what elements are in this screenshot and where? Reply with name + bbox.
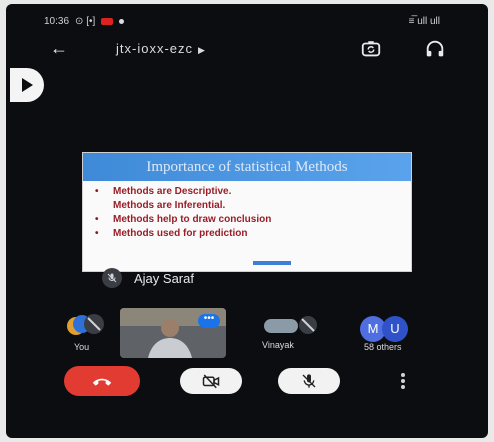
- presenter-label: Ajay Saraf: [102, 268, 194, 288]
- switch-camera-icon[interactable]: [360, 38, 382, 60]
- top-bar: ← jtx-ioxx-ezc ▶: [6, 38, 488, 62]
- status-indicators-left: ⊙ [•]: [75, 16, 96, 27]
- chevron-right-icon: ▶: [198, 45, 206, 55]
- vinayak-avatar-icon: [264, 316, 317, 334]
- participant-strip: You ••• Vinayak M U 58 others: [6, 308, 488, 358]
- slide-title: Importance of statistical Methods: [83, 153, 411, 181]
- status-indicators-right: ≡̅ ull ull: [408, 16, 440, 27]
- vertical-dots-icon: [401, 373, 405, 389]
- participant-label-vinayak: Vinayak: [262, 340, 294, 350]
- call-controls: [6, 366, 488, 400]
- camera-toggle-button[interactable]: [180, 368, 242, 394]
- participant-video-tile[interactable]: •••: [120, 308, 226, 358]
- notification-dot-icon: [119, 19, 125, 24]
- participant-tile-vinayak[interactable]: Vinayak: [260, 316, 318, 350]
- meet-screen: 10:36 ⊙ [•] ≡̅ ull ull ← jtx-ioxx-ezc ▶ I…: [6, 4, 488, 438]
- status-time: 10:36: [44, 16, 70, 27]
- self-avatar-icon: [67, 314, 104, 335]
- participant-label-you: You: [74, 342, 90, 352]
- slide-bullet: Methods help to draw conclusion: [93, 213, 411, 227]
- recording-icon: [101, 18, 114, 25]
- meeting-code[interactable]: jtx-ioxx-ezc ▶: [116, 41, 206, 56]
- avatar: U: [382, 316, 408, 342]
- live-indicator-icon[interactable]: [10, 68, 44, 102]
- mic-off-icon: [302, 374, 316, 388]
- participant-label-others: 58 others: [364, 342, 402, 352]
- mic-toggle-button[interactable]: [278, 368, 340, 394]
- slide-bullet: Methods used for prediction: [93, 227, 411, 241]
- end-call-button[interactable]: [64, 366, 140, 396]
- slide-bullet: Methods are Descriptive.: [93, 185, 411, 199]
- slide-bullets: Methods are Descriptive. Methods are Inf…: [83, 185, 411, 241]
- mic-off-icon: [102, 268, 122, 288]
- headphones-icon[interactable]: [424, 38, 446, 60]
- camera-off-icon: [202, 374, 220, 389]
- presenter-name: Ajay Saraf: [134, 270, 194, 286]
- shared-slide: Importance of statistical Methods Method…: [82, 152, 412, 272]
- more-menu-button[interactable]: [398, 370, 408, 392]
- more-options-icon[interactable]: •••: [198, 314, 220, 328]
- back-arrow-icon[interactable]: ←: [50, 38, 68, 59]
- participant-tile-you[interactable]: You: [64, 312, 114, 352]
- status-bar: 10:36 ⊙ [•] ≡̅ ull ull: [6, 14, 488, 30]
- participant-tile-others[interactable]: M U 58 others: [360, 316, 440, 352]
- slide-bullet: Methods are Inferential.: [113, 200, 226, 211]
- hang-up-icon: [92, 378, 112, 386]
- slide-progress-bar: [253, 261, 291, 265]
- meeting-code-text: jtx-ioxx-ezc: [116, 41, 194, 56]
